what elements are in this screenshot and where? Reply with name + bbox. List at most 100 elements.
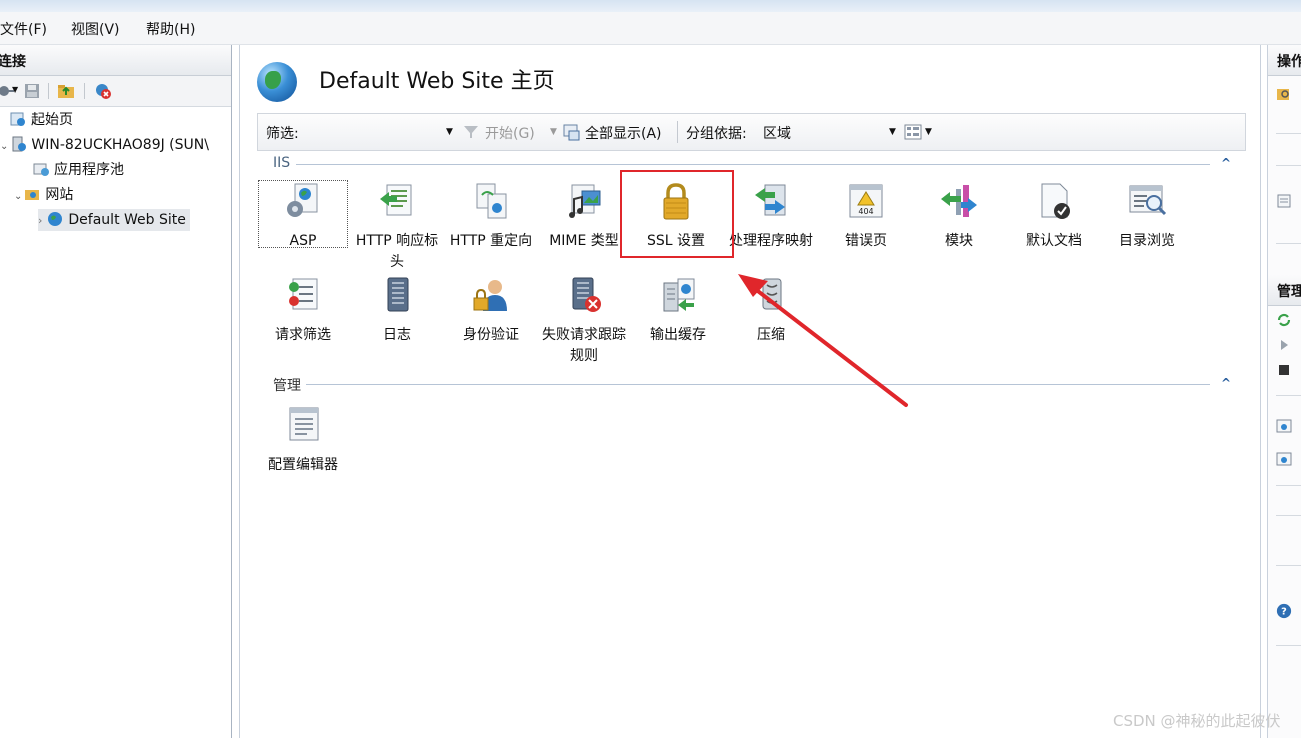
feature-label-logging: 日志	[383, 327, 411, 343]
delete-connection-icon[interactable]	[94, 82, 112, 100]
feature-label-asp: ASP	[289, 233, 317, 249]
tree-label-start-page: 起始页	[31, 112, 73, 128]
actions-panel: 操作 管理 ?	[1267, 45, 1301, 738]
actions-title: 操作	[1277, 54, 1301, 70]
tree-item-default-web-site[interactable]: › Default Web Site	[38, 209, 190, 231]
connections-toolbar: ▼	[0, 76, 231, 107]
feature-http-redirect[interactable]: HTTP 重定向	[444, 181, 538, 252]
connections-title: 连接	[0, 54, 26, 70]
configuration-editor-icon	[283, 405, 323, 445]
start-icon[interactable]	[1276, 337, 1292, 353]
feature-logging[interactable]: 日志	[350, 275, 444, 346]
feature-request-filtering[interactable]: 请求筛选	[256, 275, 350, 346]
tree-item-start-page[interactable]: 起始页	[10, 109, 73, 131]
manage-title: 管理	[1277, 284, 1301, 300]
feature-label-compression: 压缩	[757, 327, 785, 343]
feature-output-caching[interactable]: 输出缓存	[631, 275, 725, 346]
up-folder-icon[interactable]	[57, 82, 75, 100]
ssl-highlight-box	[620, 170, 734, 258]
actions-separator	[1276, 395, 1301, 396]
browse-icon[interactable]	[1276, 418, 1292, 434]
feature-modules[interactable]: 模块	[912, 181, 1006, 252]
feature-failed-request-tracing[interactable]: 失败请求跟踪规则	[537, 275, 631, 367]
feature-default-document[interactable]: 默认文档	[1007, 181, 1101, 252]
directory-browsing-icon	[1127, 181, 1167, 221]
mime-types-icon	[564, 181, 604, 221]
feature-authentication[interactable]: 身份验证	[444, 275, 538, 346]
filter-dropdown-arrow-icon[interactable]: ▼	[446, 127, 453, 137]
feature-label-error-pages: 错误页	[845, 233, 887, 249]
collapse-management-icon[interactable]: ^	[1221, 376, 1231, 390]
tree-item-sites[interactable]: ⌄ 网站	[14, 184, 73, 206]
feature-label-http-redirect: HTTP 重定向	[449, 233, 533, 249]
feature-label-configuration-editor: 配置编辑器	[268, 457, 338, 473]
filter-input[interactable]	[308, 120, 452, 142]
tree-expand-icon[interactable]: ⌄	[0, 141, 8, 152]
collapse-iis-icon[interactable]: ^	[1221, 156, 1231, 170]
menu-help[interactable]: 帮助(H)	[146, 19, 195, 39]
globe-icon	[48, 212, 63, 226]
server-icon	[12, 136, 27, 152]
menu-view[interactable]: 视图(V)	[71, 19, 120, 39]
browse-icon[interactable]	[1276, 451, 1292, 467]
edit-permissions-icon[interactable]	[1276, 193, 1292, 209]
feature-directory-browsing[interactable]: 目录浏览	[1100, 181, 1194, 252]
show-all-icon	[563, 124, 580, 141]
tree-collapse-icon[interactable]: ›	[38, 214, 42, 227]
tree-item-server[interactable]: ⌄ WIN-82UCKHAO89J (SUN\	[0, 134, 209, 156]
actions-separator	[1276, 133, 1301, 134]
connect-dropdown-arrow-icon[interactable]: ▼	[12, 85, 18, 94]
help-icon[interactable]: ?	[1276, 603, 1292, 619]
save-icon[interactable]	[23, 82, 41, 100]
http-redirect-icon	[471, 181, 511, 221]
tree-expand-icon[interactable]: ⌄	[14, 191, 22, 202]
feature-error-pages[interactable]: 404 错误页	[819, 181, 913, 252]
group-divider	[306, 384, 1210, 385]
group-by-label: 分组依据:	[686, 126, 747, 142]
feature-http-response-headers[interactable]: HTTP 响应标头	[350, 181, 444, 273]
group-by-select[interactable]: 区域	[763, 123, 791, 143]
features-view: Default Web Site 主页 筛选: ▼ 开始(G) ▼ 全部显示(A…	[239, 45, 1261, 738]
actions-separator	[1276, 243, 1301, 244]
restart-icon[interactable]	[1276, 312, 1292, 328]
start-dropdown-arrow-icon[interactable]: ▼	[550, 127, 557, 137]
connections-header: 连接	[0, 45, 231, 76]
feature-label-default-document: 默认文档	[1026, 233, 1082, 249]
feature-asp[interactable]: ASP	[258, 180, 348, 249]
actions-separator	[1276, 515, 1301, 516]
manage-website-header: 管理	[1268, 275, 1301, 306]
error-pages-404-icon: 404	[846, 181, 886, 221]
svg-text:404: 404	[858, 207, 873, 216]
filter-separator	[677, 121, 678, 143]
feature-label-failed-request-tracing: 失败请求跟踪规则	[542, 327, 626, 364]
actions-separator	[1276, 485, 1301, 486]
page-title: Default Web Site 主页	[319, 69, 555, 94]
feature-label-handler-mappings: 处理程序映射	[729, 233, 813, 249]
show-all-button[interactable]: 全部显示(A)	[585, 123, 662, 143]
tree-item-app-pools[interactable]: 应用程序池	[33, 159, 124, 181]
explore-icon[interactable]	[1276, 86, 1292, 102]
logging-icon	[377, 275, 417, 315]
feature-label-directory-browsing: 目录浏览	[1119, 233, 1175, 249]
watermark: CSDN @神秘的此起彼伏	[1113, 712, 1281, 730]
website-globe-icon	[257, 62, 297, 102]
stop-icon[interactable]	[1276, 362, 1292, 378]
feature-handler-mappings[interactable]: 处理程序映射	[724, 181, 818, 252]
actions-header: 操作	[1268, 45, 1301, 76]
feature-label-http-response-headers: HTTP 响应标头	[355, 233, 439, 270]
tree-label-sites: 网站	[45, 187, 74, 203]
toolbar-separator	[84, 83, 85, 99]
feature-mime-types[interactable]: MIME 类型	[537, 181, 631, 252]
start-filter-button[interactable]: 开始(G)	[485, 123, 535, 143]
view-mode-dropdown-arrow-icon[interactable]: ▼	[925, 127, 932, 137]
feature-compression[interactable]: 压缩	[724, 275, 818, 346]
menu-file[interactable]: 文件(F)	[0, 19, 47, 39]
feature-configuration-editor[interactable]: 配置编辑器	[256, 405, 350, 476]
view-mode-icon[interactable]	[904, 124, 922, 140]
modules-icon	[939, 181, 979, 221]
tree-label-app-pools: 应用程序池	[54, 162, 124, 178]
tree-label-default-web-site: Default Web Site	[68, 212, 186, 228]
tree-label-server: WIN-82UCKHAO89J (SUN\	[31, 137, 209, 153]
group-by-dropdown-arrow-icon[interactable]: ▼	[889, 127, 896, 137]
sites-folder-icon	[25, 190, 40, 200]
